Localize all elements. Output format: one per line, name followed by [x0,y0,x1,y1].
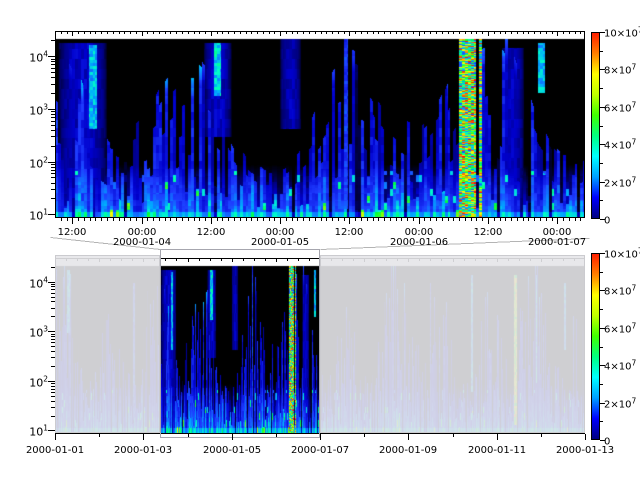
tick-mantissa: 2×10 [604,179,631,190]
tick-exponent: 7 [631,175,636,184]
tick-exponent: 7 [631,100,636,109]
colorbar-tick-label: 0 [604,432,610,447]
tick-mantissa: 6×10 [604,104,631,115]
colorbar-tick-label: 8×107 [604,61,636,76]
tick-exponent: 3 [43,325,48,334]
tick-mantissa: 10 [29,326,43,339]
tick-exponent: 7 [631,283,636,292]
x-tick-time-label: 00:00 [128,227,157,238]
tick-mantissa: 10 [29,157,43,170]
tick-exponent: 3 [43,103,48,112]
x-tick-date-label: 2000-01-05 [251,237,309,248]
zoom-connector-left [51,238,161,250]
tick-exponent: 4 [43,50,48,59]
tick-exponent: 7 [631,137,636,146]
tick-mantissa: 10 [29,51,43,64]
tick-exponent: 7 [631,321,636,330]
x-tick-date-label: 2000-01-09 [379,445,437,456]
tick-exponent: 1 [43,208,48,217]
tick-mantissa: 6×10 [604,325,631,336]
colorbar-tick-label: 6×107 [604,320,636,335]
tick-mantissa: 10 [29,425,43,438]
tick-mantissa: 10×10 [604,29,638,40]
tick-mantissa: 8×10 [604,66,631,77]
colorbar-tick-label: 2×107 [604,395,636,410]
tick-mantissa: 0 [604,437,610,448]
y-tick-label: 101 [29,423,48,438]
y-tick-label: 102 [29,374,48,389]
colorbar-tick-label: 8×107 [604,282,636,297]
tick-exponent: 4 [43,276,48,285]
colorbar-tick-label: 10×107 [604,24,640,39]
x-tick-date-label: 2000-01-05 [203,445,261,456]
colorbar-tick-label: 0 [604,211,610,226]
context-overlay-right[interactable] [320,255,585,433]
x-tick-date-label: 2000-01-03 [114,445,172,456]
tick-mantissa: 4×10 [604,141,631,152]
y-tick-label: 101 [29,207,48,222]
tick-mantissa: 10 [29,104,43,117]
x-tick-date-label: 2000-01-06 [390,237,448,248]
x-tick-date-label: 2000-01-13 [556,445,614,456]
tick-mantissa: 10 [29,209,43,222]
tick-mantissa: 2×10 [604,400,631,411]
x-tick-date-label: 2000-01-07 [291,445,349,456]
x-tick-time-label: 00:00 [405,227,434,238]
x-tick-date-label: 2000-01-07 [528,237,586,248]
y-tick-label: 103 [29,324,48,339]
colorbar-tick-label: 4×107 [604,357,636,372]
y-tick-label: 104 [29,49,48,64]
tick-exponent: 7 [631,396,636,405]
x-tick-time-label: 12:00 [58,227,87,238]
tick-mantissa: 0 [604,216,610,227]
context-panel-colorbar[interactable] [591,253,600,440]
tick-exponent: 2 [43,156,48,165]
zoom-spectrogram-canvas[interactable] [55,31,585,218]
zoom-connector-right [321,239,590,250]
y-tick-label: 102 [29,155,48,170]
tick-mantissa: 10×10 [604,250,638,261]
x-tick-date-label: 2000-01-11 [468,445,526,456]
x-tick-time-label: 12:00 [335,227,364,238]
tick-exponent: 7 [631,62,636,71]
x-tick-time-label: 00:00 [543,227,572,238]
tick-mantissa: 4×10 [604,362,631,373]
zoom-panel-colorbar[interactable] [591,32,600,219]
tick-mantissa: 8×10 [604,287,631,298]
tick-mantissa: 10 [29,277,43,290]
tick-exponent: 1 [43,424,48,433]
colorbar-tick-label: 6×107 [604,99,636,114]
colorbar-tick-label: 10×107 [604,245,640,260]
colorbar-tick-label: 4×107 [604,136,636,151]
x-tick-date-label: 2000-01-04 [113,237,171,248]
tick-mantissa: 10 [29,376,43,389]
x-tick-time-label: 00:00 [266,227,295,238]
spectrogram-plot-window: 12:0000:002000-01-0412:0000:002000-01-05… [0,0,640,480]
zoom-selection-box[interactable] [160,249,320,438]
x-tick-time-label: 12:00 [474,227,503,238]
y-tick-label: 104 [29,275,48,290]
x-tick-date-label: 2000-01-01 [26,445,84,456]
tick-exponent: 7 [631,358,636,367]
x-tick-time-label: 12:00 [197,227,226,238]
tick-exponent: 2 [43,375,48,384]
context-overlay-left[interactable] [55,255,160,433]
y-tick-label: 103 [29,102,48,117]
colorbar-tick-label: 2×107 [604,174,636,189]
